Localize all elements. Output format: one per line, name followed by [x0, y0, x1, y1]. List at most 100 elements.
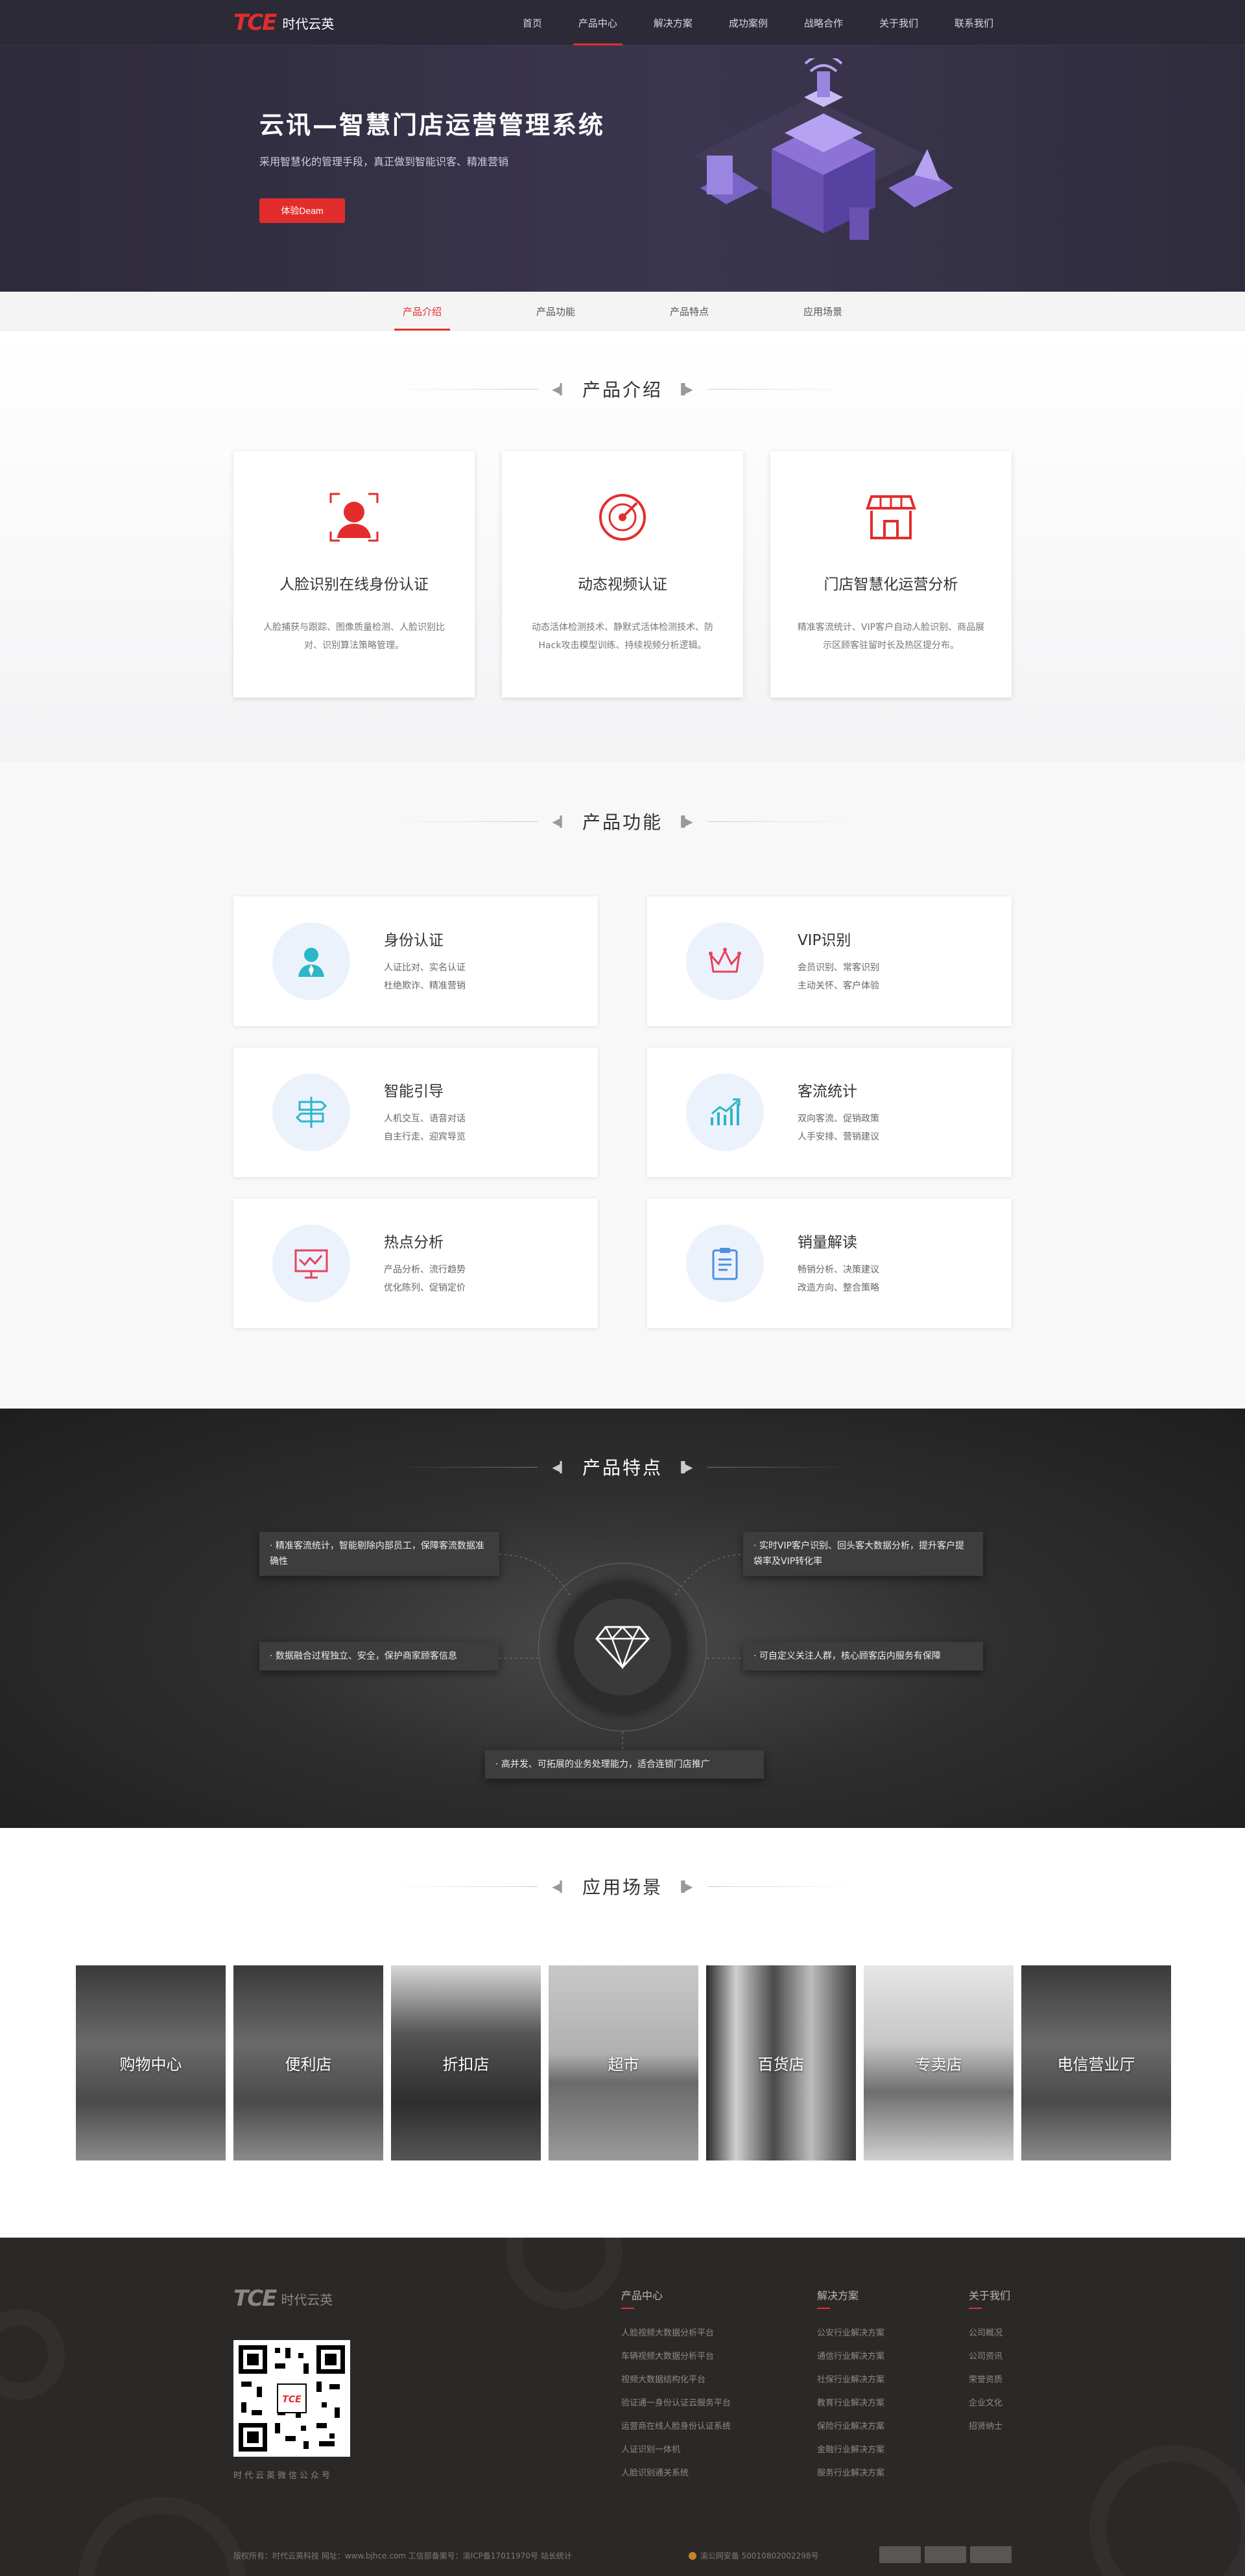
- footer-link[interactable]: 服务行业解决方案: [817, 2462, 884, 2485]
- wechat-qr-code: TCE: [233, 2340, 350, 2457]
- scene-label: 购物中心: [119, 2055, 182, 2074]
- function-title: 客流统计: [798, 1083, 857, 1100]
- scene-card[interactable]: 电信营业厅: [1021, 1965, 1171, 2160]
- function-card[interactable]: 客流统计 双向客流、促销政策 人手安排、营销建议: [647, 1048, 1012, 1177]
- footer-col-solutions: 解决方案 公安行业解决方案 通信行业解决方案 社保行业解决方案 教育行业解决方案…: [817, 2287, 884, 2485]
- functions-section: ◀▎ 产品功能 ▐▶ 身份认证 人证比对、实名认证 杜绝欺诈、精准营销 VIP识…: [0, 762, 1245, 1409]
- function-line: 产品分析、流行趋势: [384, 1265, 466, 1275]
- footer-link[interactable]: 视频大数据结构化平台: [621, 2369, 731, 2392]
- logo[interactable]: TCE 时代云英: [233, 10, 334, 36]
- heading-line-left: [388, 388, 538, 390]
- nav-home[interactable]: 首页: [504, 0, 560, 45]
- footer-link[interactable]: 荣誉资质: [969, 2369, 1010, 2392]
- certification-badge-icon[interactable]: [970, 2546, 1012, 2563]
- footer-link[interactable]: 金融行业解决方案: [817, 2439, 884, 2462]
- footer-link[interactable]: 社保行业解决方案: [817, 2369, 884, 2392]
- decor-circle: [78, 2497, 246, 2576]
- subnav-intro[interactable]: 产品介绍: [355, 292, 489, 331]
- intro-card[interactable]: 动态视频认证 动态活体检测技术、静默式活体检测技术、防Hack攻击模型训练、持续…: [502, 451, 743, 697]
- subnav-scenarios[interactable]: 应用场景: [756, 292, 890, 331]
- function-title: 身份认证: [384, 932, 444, 949]
- footer-link[interactable]: 公司资讯: [969, 2345, 1010, 2369]
- icon-circle: [686, 1073, 764, 1151]
- scene-card[interactable]: 购物中心: [76, 1965, 226, 2160]
- police-record-text: 渝公网安备 50010802002298号: [700, 2551, 819, 2560]
- icon-circle: [686, 922, 764, 1000]
- nav-contact[interactable]: 联系我们: [936, 0, 1012, 45]
- function-card[interactable]: 智能引导 人机交互、语音对话 自主行走、迎宾导览: [233, 1048, 598, 1177]
- nav-solutions[interactable]: 解决方案: [635, 0, 711, 45]
- certification-badge-icon[interactable]: [925, 2546, 966, 2563]
- scene-label: 便利店: [285, 2055, 332, 2074]
- function-card[interactable]: 热点分析 产品分析、流行趋势 优化陈列、促销定价: [233, 1199, 598, 1328]
- footer-link[interactable]: 通信行业解决方案: [817, 2345, 884, 2369]
- card-title: 动态视频认证: [578, 576, 667, 593]
- intro-card[interactable]: 人脸识别在线身份认证 人脸捕获与跟踪、图像质量检测、人脸识别比对、识别算法策略管…: [233, 451, 475, 697]
- demo-button[interactable]: 体验Deam: [259, 198, 345, 223]
- footer-link[interactable]: 保险行业解决方案: [817, 2415, 884, 2439]
- nav-partners[interactable]: 战略合作: [786, 0, 861, 45]
- nav-products[interactable]: 产品中心: [560, 0, 635, 45]
- footer-link[interactable]: 招贤纳士: [969, 2415, 1010, 2439]
- footer-link[interactable]: 人脸视频大数据分析平台: [621, 2322, 731, 2345]
- nav-cases[interactable]: 成功案例: [711, 0, 786, 45]
- footer-link[interactable]: 车辆视频大数据分析平台: [621, 2345, 731, 2369]
- intro-section: ◀▎ 产品介绍 ▐▶ 人脸识别在线身份认证 人脸捕获与跟踪、图像质量检测、人脸识…: [0, 331, 1245, 762]
- feature-box: · 实时VIP客户识别、回头客大数据分析，提升客户提袋率及VIP转化率: [743, 1532, 983, 1576]
- card-desc: 精准客流统计、VIP客户自动人脸识别、商品展示区顾客驻留时长及热区提分布。: [797, 622, 985, 651]
- footer-col-title: 解决方案: [817, 2289, 859, 2302]
- function-card[interactable]: 身份认证 人证比对、实名认证 杜绝欺诈、精准营销: [233, 896, 598, 1026]
- nav-about[interactable]: 关于我们: [861, 0, 936, 45]
- scene-card[interactable]: 专卖店: [864, 1965, 1014, 2160]
- footer-col-title: 产品中心: [621, 2289, 663, 2302]
- footer-link[interactable]: 运营商在线人脸身份认证系统: [621, 2415, 731, 2439]
- section-title: 产品功能: [582, 812, 663, 833]
- clipboard-icon: [712, 1248, 738, 1280]
- scenarios-section: ◀▎ 应用场景 ▐▶ 购物中心 便利店 折扣店 超市 百货店 专卖店 电信营业厅: [0, 1828, 1245, 2238]
- logo-mark: TCE: [233, 2286, 277, 2312]
- copyright-text: 版权所有：时代云英科技 网址：www.bjhce.com 工信部备案号：渝ICP…: [233, 2551, 572, 2560]
- function-card[interactable]: VIP识别 会员识别、常客识别 主动关怀、客户体验: [647, 896, 1012, 1026]
- qr-caption: 时代云英微信公众号: [233, 2471, 333, 2481]
- logo-text: 时代云英: [281, 2291, 333, 2308]
- footer-link[interactable]: 企业文化: [969, 2392, 1010, 2415]
- footer-link[interactable]: 教育行业解决方案: [817, 2392, 884, 2415]
- main-nav: 首页 产品中心 解决方案 成功案例 战略合作 关于我们 联系我们: [504, 0, 1012, 45]
- footer-link[interactable]: 公安行业解决方案: [817, 2322, 884, 2345]
- subnav-functions[interactable]: 产品功能: [489, 292, 622, 331]
- icon-circle: [272, 1224, 350, 1302]
- card-title: 门店智慧化运营分析: [824, 576, 958, 593]
- functions-heading: ◀▎ 产品功能 ▐▶: [0, 808, 1245, 834]
- scene-card[interactable]: 折扣店: [391, 1965, 541, 2160]
- certification-badge-icon[interactable]: [879, 2546, 921, 2563]
- footer-link[interactable]: 公司概况: [969, 2322, 1010, 2345]
- decor-circle: [506, 2238, 622, 2309]
- intro-card[interactable]: 门店智慧化运营分析 精准客流统计、VIP客户自动人脸识别、商品展示区顾客驻留时长…: [770, 451, 1012, 697]
- scene-label: 超市: [608, 2055, 639, 2074]
- hero-title: 云讯—智慧门店运营管理系统: [259, 111, 606, 139]
- scene-card[interactable]: 超市: [549, 1965, 698, 2160]
- icon-circle: [272, 1073, 350, 1151]
- function-line: 会员识别、常客识别: [798, 963, 879, 973]
- heading-line-right: [707, 821, 857, 822]
- scene-card[interactable]: 百货店: [706, 1965, 856, 2160]
- heading-line-right: [707, 1886, 857, 1887]
- features-section: ◀▎ 产品特点 ▐▶ · 精准客流统计，智能剔除内部员工，保障客流数据准确性 ·…: [0, 1409, 1245, 1828]
- footer-link[interactable]: 验证通一身份认证云服务平台: [621, 2392, 731, 2415]
- subnav-features[interactable]: 产品特点: [622, 292, 756, 331]
- function-card[interactable]: 销量解读 畅销分析、决策建议 改造方向、整合策略: [647, 1199, 1012, 1328]
- heading-line-left: [388, 1886, 538, 1887]
- footer-bottom-bar: 版权所有：时代云英科技 网址：www.bjhce.com 工信部备案号：渝ICP…: [233, 2546, 1012, 2563]
- footer-col-products: 产品中心 人脸视频大数据分析平台 车辆视频大数据分析平台 视频大数据结构化平台 …: [621, 2287, 731, 2485]
- footer-link[interactable]: 人证识别一体机: [621, 2439, 731, 2462]
- logo-text: 时代云英: [282, 16, 335, 32]
- icon-circle: [272, 922, 350, 1000]
- footer-link[interactable]: 人脸识别通关系统: [621, 2462, 731, 2485]
- crown-icon: [709, 948, 741, 973]
- scene-card[interactable]: 便利店: [233, 1965, 383, 2160]
- face-scan-icon: [329, 493, 379, 542]
- arrow-right-icon: ▐▶: [677, 1880, 693, 1893]
- heading-line-right: [707, 388, 857, 390]
- hero-subtitle: 采用智慧化的管理手段，真正做到智能识客、精准营销: [259, 156, 509, 168]
- footer-logo[interactable]: TCE 时代云英: [233, 2286, 333, 2312]
